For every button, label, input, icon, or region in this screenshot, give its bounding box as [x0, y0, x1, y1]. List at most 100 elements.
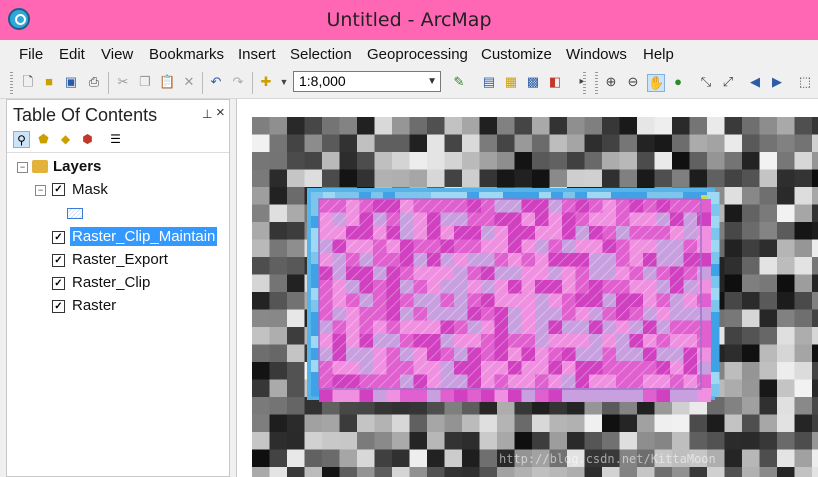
pan-icon[interactable]: ✋: [647, 74, 665, 92]
menu-file[interactable]: File: [19, 46, 43, 63]
raster-cell: [759, 152, 778, 170]
raster-cell: [794, 222, 813, 240]
list-by-visibility-icon[interactable]: ◆: [57, 131, 74, 148]
raster-cell: [724, 309, 743, 328]
raster-cell: [724, 239, 743, 258]
fixed-zoom-in-icon[interactable]: ⤡: [698, 74, 714, 90]
catalog-icon[interactable]: ▦: [503, 74, 519, 90]
search-window-icon[interactable]: ▩: [525, 74, 541, 90]
add-data-icon[interactable]: ✚: [258, 74, 274, 90]
menu-windows[interactable]: Windows: [566, 46, 627, 63]
chevron-down-icon[interactable]: ▼: [427, 72, 437, 91]
raster-cell: [427, 134, 445, 153]
raster-cell: [567, 134, 585, 153]
menu-customize[interactable]: Customize: [481, 46, 552, 63]
raster-visibility-checkbox[interactable]: ✓: [52, 300, 65, 313]
raster-cell: [252, 467, 270, 477]
layer-label-raster-clip-maintain[interactable]: Raster_Clip_Maintain: [70, 227, 218, 246]
raster-cell: [532, 414, 550, 433]
raster-cell: [532, 134, 550, 153]
back-icon[interactable]: ◀: [747, 74, 763, 90]
toolbar-grip[interactable]: [595, 72, 598, 94]
raster-cell: [549, 432, 568, 450]
cut-icon[interactable]: ✂: [115, 74, 131, 90]
window-title: Untitled - ArcMap: [326, 9, 492, 31]
zoom-in-icon[interactable]: ⊕: [603, 74, 619, 90]
layer-label-raster-clip[interactable]: Raster_Clip: [72, 274, 150, 291]
new-icon[interactable]: 🗋: [20, 74, 36, 90]
raster-cell: [514, 414, 533, 433]
raster-cell: [444, 432, 463, 450]
save-icon[interactable]: ▣: [63, 74, 79, 90]
raster-cell: [287, 204, 305, 223]
print-icon[interactable]: ⎙: [86, 74, 102, 90]
raster-cell: [357, 467, 375, 477]
collapse-mask-icon[interactable]: −: [35, 185, 46, 196]
table-of-contents-panel: Table Of Contents ⊥ × ⚲ ⬟ ◆ ⬢ ☰ − Layers…: [6, 99, 230, 477]
help-arrow-icon[interactable]: ▸: [574, 74, 590, 90]
raster-cell: [742, 397, 760, 415]
add-data-dropdown-icon[interactable]: ▼: [276, 74, 292, 90]
menu-view[interactable]: View: [101, 46, 133, 63]
arctoolbox-icon[interactable]: ◧: [547, 74, 563, 90]
menu-geoprocessing[interactable]: Geoprocessing: [367, 46, 468, 63]
mask-visibility-checkbox[interactable]: ✓: [52, 183, 65, 196]
raster-clip-maintain-visibility-checkbox[interactable]: ✓: [52, 231, 65, 244]
raster-cell: [812, 362, 818, 380]
raster-cell: [777, 117, 795, 135]
options-icon[interactable]: ☰: [107, 131, 124, 148]
list-by-drawing-order-icon[interactable]: ⚲: [13, 131, 30, 148]
raster-cell: [427, 414, 445, 433]
menu-help[interactable]: Help: [643, 46, 674, 63]
map-display[interactable]: http://blog.csdn.net/KittaMoon: [236, 99, 818, 477]
layer-label-raster-export[interactable]: Raster_Export: [72, 251, 168, 268]
layer-label-raster[interactable]: Raster: [72, 297, 116, 314]
table-of-contents-icon[interactable]: ▤: [481, 74, 497, 90]
raster-cell: [339, 152, 358, 170]
collapse-layers-icon[interactable]: −: [17, 162, 28, 173]
raster-cell: [602, 117, 620, 135]
menu-selection[interactable]: Selection: [290, 46, 352, 63]
layers-group-label[interactable]: Layers: [53, 158, 101, 175]
raster-cell: [532, 432, 550, 450]
redo-icon[interactable]: ↷: [230, 74, 246, 90]
delete-icon[interactable]: ✕: [181, 74, 197, 90]
map-canvas[interactable]: http://blog.csdn.net/KittaMoon: [237, 99, 818, 477]
menu-bookmarks[interactable]: Bookmarks: [149, 46, 224, 63]
layer-label-mask[interactable]: Mask: [72, 181, 108, 198]
paste-icon[interactable]: 📋: [159, 74, 175, 90]
copy-icon[interactable]: ❐: [137, 74, 153, 90]
toc-title: Table Of Contents: [13, 105, 158, 125]
raster-cell: [602, 152, 620, 170]
menu-edit[interactable]: Edit: [59, 46, 85, 63]
toolbar-grip[interactable]: [583, 72, 586, 94]
raster-cell: [479, 414, 498, 433]
forward-icon[interactable]: ▶: [769, 74, 785, 90]
list-by-selection-icon[interactable]: ⬢: [79, 131, 96, 148]
select-features-icon[interactable]: ⬚: [797, 74, 813, 90]
map-scale-input[interactable]: 1:8,000 ▼: [293, 71, 441, 92]
raster-cell: [794, 432, 813, 450]
raster-cell: [374, 169, 393, 188]
raster-cell: [269, 134, 288, 153]
menu-insert[interactable]: Insert: [238, 46, 276, 63]
zoom-out-icon[interactable]: ⊖: [625, 74, 641, 90]
raster-export-visibility-checkbox[interactable]: ✓: [52, 254, 65, 267]
editor-toolbar-icon[interactable]: ✎: [451, 74, 467, 90]
close-icon[interactable]: ×: [216, 104, 225, 121]
full-extent-icon[interactable]: ●: [670, 74, 686, 90]
mask-cell: [629, 388, 644, 402]
open-icon[interactable]: ■: [41, 74, 57, 90]
undo-icon[interactable]: ↶: [208, 74, 224, 90]
raster-cell: [812, 449, 818, 468]
toolbar-grip[interactable]: [10, 72, 13, 94]
raster-cell: [812, 379, 818, 398]
raster-cell: [549, 152, 568, 170]
fixed-zoom-out-icon[interactable]: ⤢: [720, 74, 736, 90]
pin-icon[interactable]: ⊥: [202, 107, 212, 121]
raster-clip-visibility-checkbox[interactable]: ✓: [52, 277, 65, 290]
list-by-source-icon[interactable]: ⬟: [35, 131, 52, 148]
raster-cell: [724, 292, 743, 310]
raster-cell: [724, 432, 743, 450]
polygon-symbol-icon[interactable]: [67, 208, 83, 219]
